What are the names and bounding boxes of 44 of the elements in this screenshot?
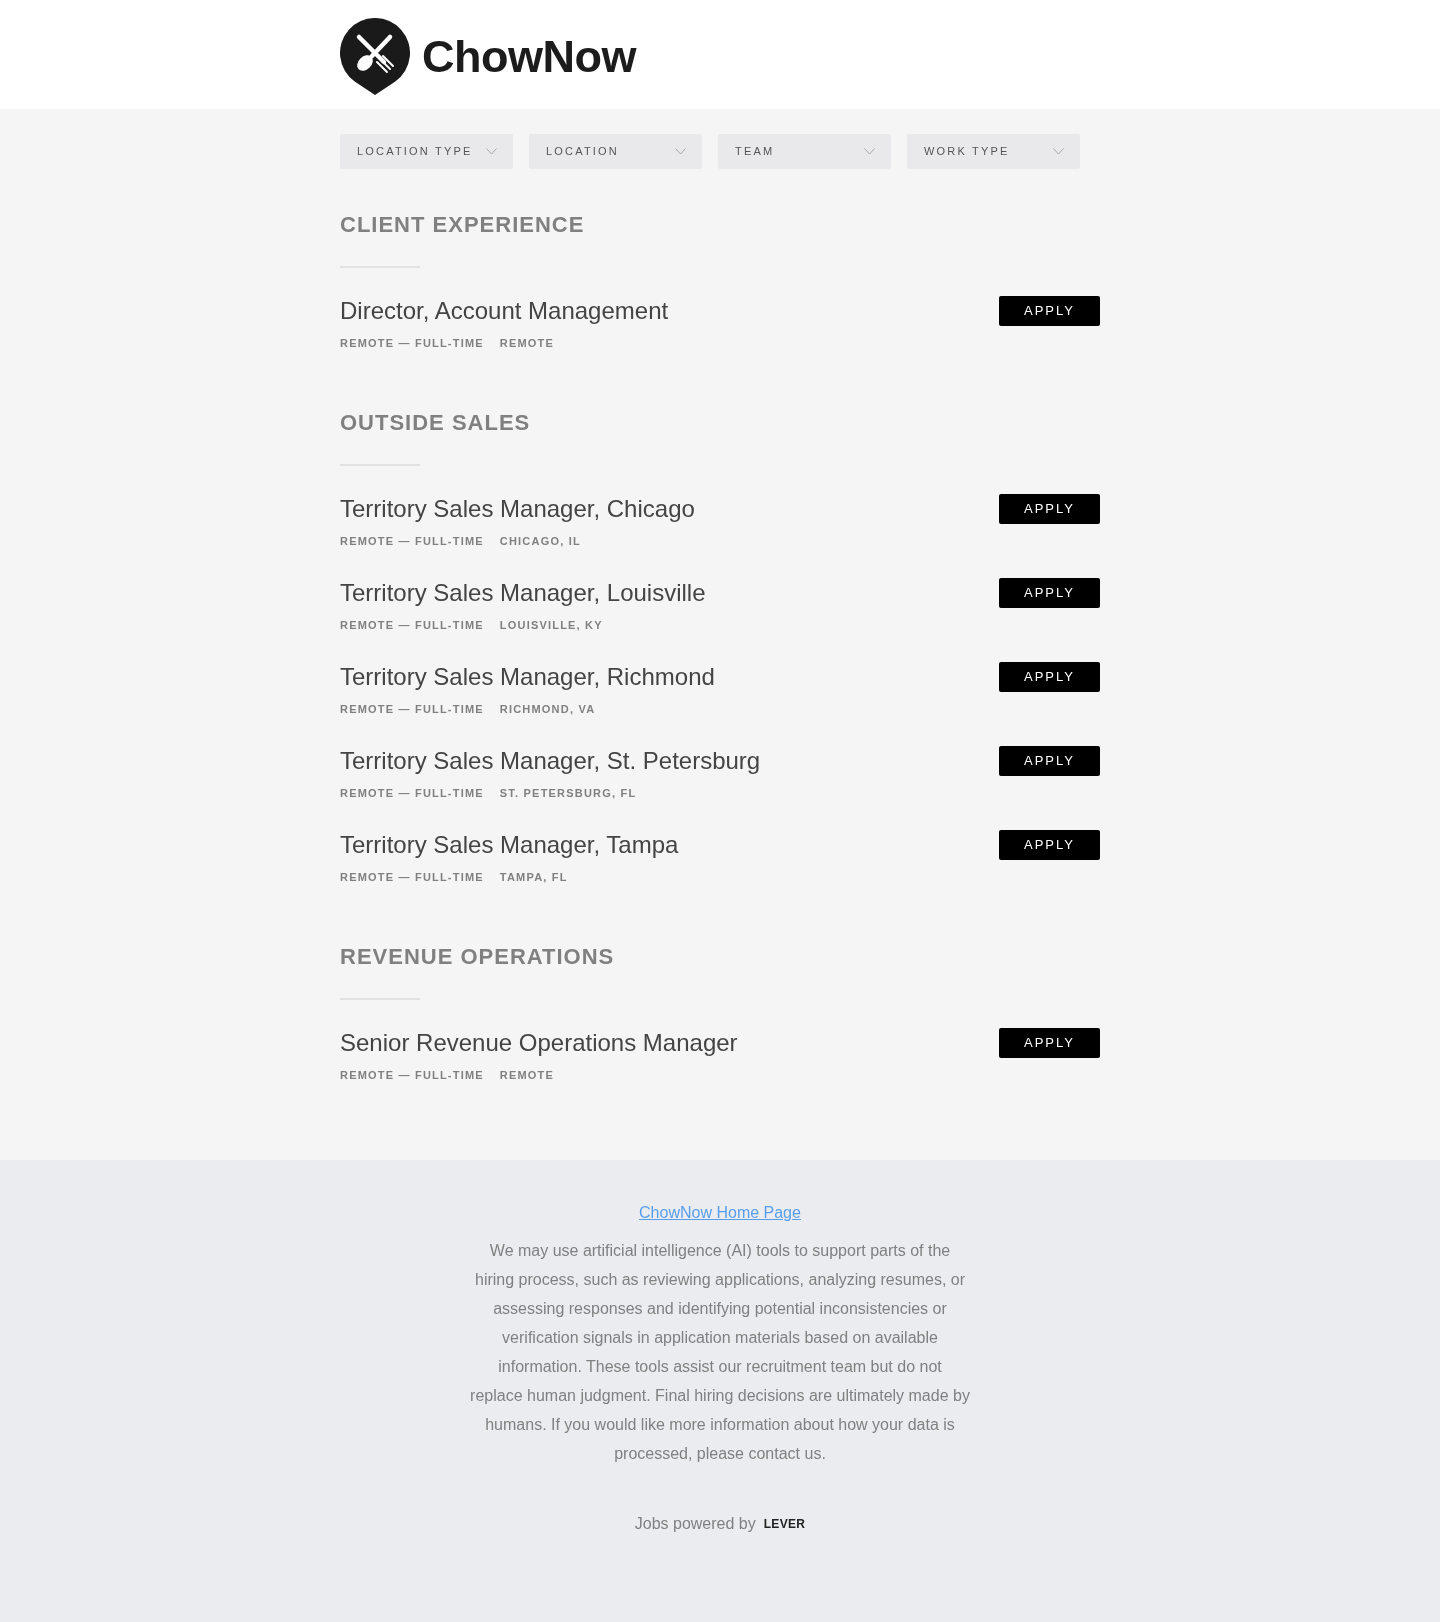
apply-button[interactable]: APPLY bbox=[999, 662, 1100, 692]
apply-button[interactable]: APPLY bbox=[999, 1028, 1100, 1058]
filter-dropdown[interactable]: LOCATION bbox=[529, 134, 702, 168]
job-title-link[interactable]: Territory Sales Manager, Tampa bbox=[340, 830, 679, 860]
job-location: CHICAGO, IL bbox=[499, 534, 581, 549]
apply-button[interactable]: APPLY bbox=[999, 830, 1100, 860]
logo-wordmark: ChowNow bbox=[422, 34, 636, 79]
filter-dropdown[interactable]: TEAM bbox=[718, 134, 891, 168]
apply-button[interactable]: APPLY bbox=[999, 578, 1100, 608]
job-commitment: REMOTE — FULL-TIME bbox=[340, 1068, 484, 1083]
job-commitment: REMOTE — FULL-TIME bbox=[340, 702, 484, 717]
filter-dropdown[interactable]: WORK TYPE bbox=[907, 134, 1080, 168]
job-location: REMOTE bbox=[499, 1068, 555, 1083]
job-location: ST. PETERSBURG, FL bbox=[499, 786, 637, 801]
apply-button[interactable]: APPLY bbox=[999, 746, 1100, 776]
job-commitment: REMOTE — FULL-TIME bbox=[340, 534, 484, 549]
job-commitment: REMOTE — FULL-TIME bbox=[340, 786, 484, 801]
filter-dropdown[interactable]: LOCATION TYPE bbox=[340, 134, 513, 168]
apply-button[interactable]: APPLY bbox=[999, 494, 1100, 524]
chevron-down-icon bbox=[675, 147, 686, 155]
job-location: LOUISVILLE, KY bbox=[499, 618, 603, 633]
job-title-link[interactable]: Territory Sales Manager, Richmond bbox=[340, 662, 715, 692]
ai-notice-text: We may use artificial intelligence (AI) tools to support parts of the hiring process, such as reviewing applications, analyzing resumes, or assessing responses and identifying potential inconsistencies or verification signals in application materials based on available information. These tools assist our recruitment team but do not replace human judgment. Final hiring decisions are ultimately made by humans. If you would like more information about how your data is processed, please contact us. bbox=[470, 1241, 970, 1464]
job-title-link[interactable]: Territory Sales Manager, Louisville bbox=[340, 578, 706, 608]
job-commitment: REMOTE — FULL-TIME bbox=[340, 870, 484, 885]
chevron-down-icon bbox=[864, 147, 875, 155]
job-title-link[interactable]: Senior Revenue Operations Manager bbox=[340, 1028, 738, 1058]
team-heading: REVENUE OPERATIONS bbox=[340, 943, 615, 971]
team-heading: OUTSIDE SALES bbox=[340, 409, 531, 437]
job-location: TAMPA, FL bbox=[499, 870, 568, 885]
job-location: RICHMOND, VA bbox=[499, 702, 596, 717]
job-location: REMOTE bbox=[499, 336, 555, 351]
job-title-link[interactable]: Director, Account Management bbox=[340, 296, 669, 326]
apply-button[interactable]: APPLY bbox=[999, 296, 1100, 326]
team-heading: CLIENT EXPERIENCE bbox=[340, 211, 585, 239]
job-title-link[interactable]: Territory Sales Manager, Chicago bbox=[340, 494, 695, 524]
powered-by-text: Jobs powered by bbox=[634, 1514, 756, 1534]
lever-wordmark[interactable]: LEVER bbox=[763, 1512, 806, 1536]
chevron-down-icon bbox=[486, 147, 497, 155]
job-title-link[interactable]: Territory Sales Manager, St. Petersburg bbox=[340, 746, 761, 776]
job-commitment: REMOTE — FULL-TIME bbox=[340, 618, 484, 633]
chevron-down-icon bbox=[1053, 147, 1064, 155]
fork-spoon-pin-logo-icon bbox=[340, 18, 410, 95]
job-commitment: REMOTE — FULL-TIME bbox=[340, 336, 484, 351]
